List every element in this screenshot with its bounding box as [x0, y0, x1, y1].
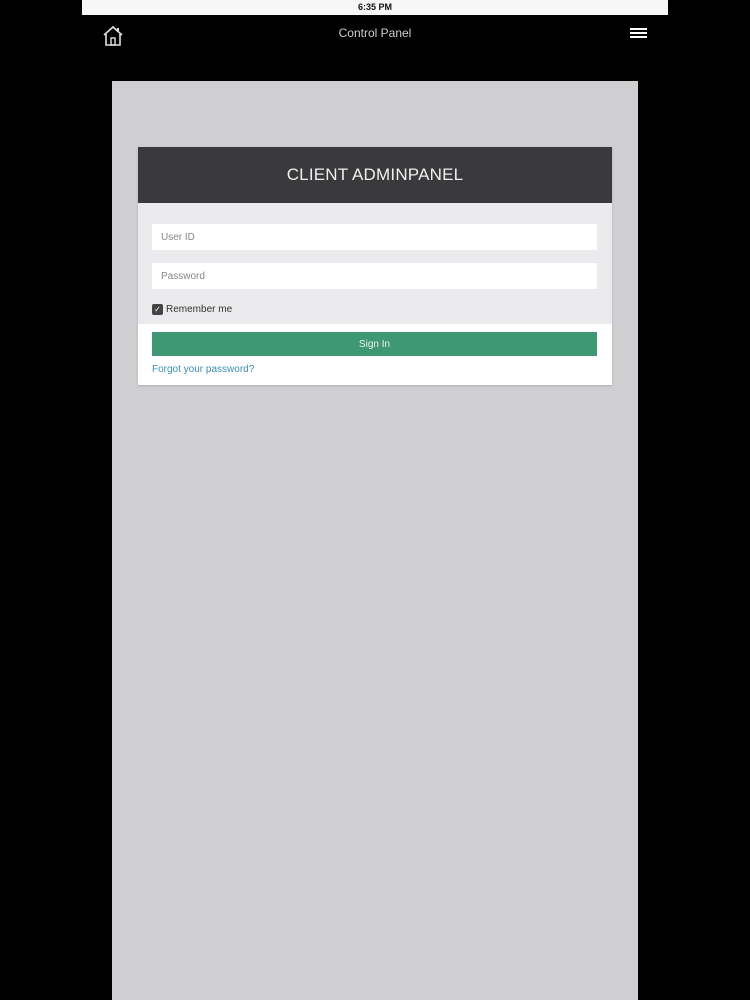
menu-bar: [630, 36, 647, 38]
top-navbar: Control Panel: [82, 15, 668, 55]
remember-me-label: Remember me: [166, 303, 233, 315]
password-input[interactable]: [152, 263, 597, 289]
nav-title: Control Panel: [338, 26, 412, 40]
remember-me-checkbox[interactable]: ✓: [152, 303, 163, 315]
remember-me-row: ✓ Remember me: [152, 302, 598, 316]
sign-in-button[interactable]: Sign In: [152, 332, 597, 356]
hamburger-menu-icon[interactable]: [630, 28, 647, 40]
status-bar: 6:35 PM: [82, 0, 668, 15]
forgot-password-link[interactable]: Forgot your password?: [152, 364, 254, 375]
user-id-input[interactable]: [152, 224, 597, 250]
login-card: CLIENT ADMINPANEL ✓ Remember me Sign In …: [138, 147, 612, 385]
menu-bar: [630, 32, 647, 34]
login-footer: Sign In Forgot your password?: [138, 324, 612, 385]
login-header: CLIENT ADMINPANEL: [138, 147, 612, 203]
content-area: CLIENT ADMINPANEL ✓ Remember me Sign In …: [112, 81, 638, 1000]
status-time: 6:35 PM: [357, 2, 392, 12]
login-form: ✓ Remember me: [138, 203, 612, 324]
menu-bar: [630, 28, 647, 30]
